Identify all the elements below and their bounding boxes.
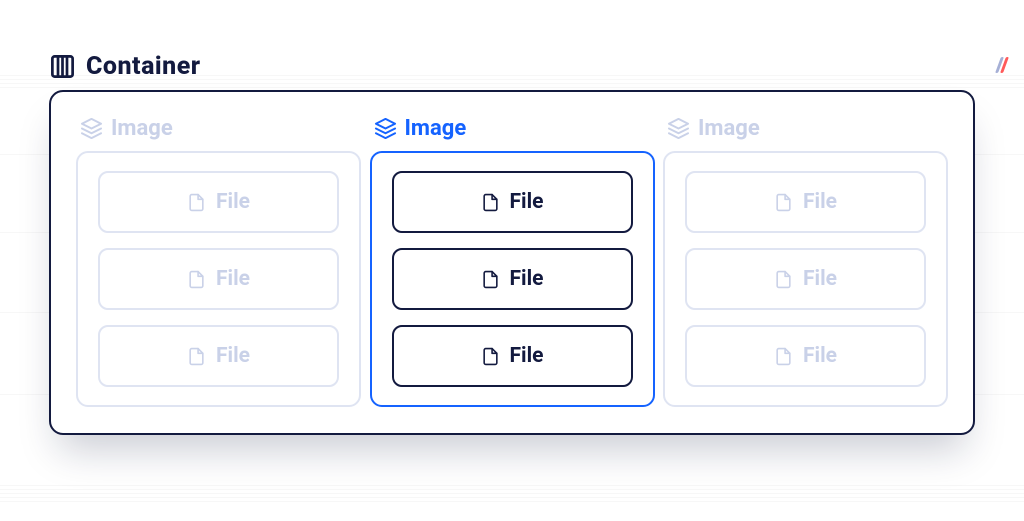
- image-title: Image: [111, 116, 173, 141]
- image-header: Image: [374, 116, 655, 141]
- file-label: File: [510, 344, 544, 368]
- hatch-band: [0, 485, 1024, 505]
- file-label: File: [216, 344, 250, 368]
- image-box: File File File: [663, 151, 948, 407]
- file-item: File: [392, 248, 633, 310]
- file-item: File: [98, 171, 339, 233]
- file-icon: [481, 193, 500, 212]
- file-icon: [774, 193, 793, 212]
- file-item: File: [98, 248, 339, 310]
- image-title: Image: [405, 116, 467, 141]
- image-header: Image: [667, 116, 948, 141]
- container-title: Container: [86, 52, 201, 81]
- image-title: Image: [698, 116, 760, 141]
- file-item: File: [98, 325, 339, 387]
- file-icon: [187, 270, 206, 289]
- file-item: File: [392, 325, 633, 387]
- container-icon: [49, 53, 76, 80]
- image-column: Image File File File: [663, 114, 948, 407]
- brand-slash-mark: [998, 57, 1006, 73]
- image-box: File File File: [76, 151, 361, 407]
- container-box: Image File File File: [49, 90, 975, 435]
- file-item: File: [685, 248, 926, 310]
- image-box: File File File: [370, 151, 655, 407]
- file-item: File: [685, 325, 926, 387]
- file-item: File: [685, 171, 926, 233]
- image-header: Image: [80, 116, 361, 141]
- file-label: File: [803, 267, 837, 291]
- layers-icon: [80, 117, 103, 140]
- file-icon: [481, 270, 500, 289]
- image-column: Image File File File: [76, 114, 361, 407]
- layers-icon: [374, 117, 397, 140]
- file-label: File: [216, 267, 250, 291]
- file-icon: [187, 347, 206, 366]
- file-label: File: [803, 190, 837, 214]
- file-icon: [481, 347, 500, 366]
- file-icon: [774, 270, 793, 289]
- file-label: File: [510, 267, 544, 291]
- file-item: File: [392, 171, 633, 233]
- file-icon: [187, 193, 206, 212]
- file-label: File: [803, 344, 837, 368]
- file-icon: [774, 347, 793, 366]
- layers-icon: [667, 117, 690, 140]
- image-column-active: Image File File File: [370, 114, 655, 407]
- file-label: File: [510, 190, 544, 214]
- file-label: File: [216, 190, 250, 214]
- container-header: Container: [49, 52, 201, 81]
